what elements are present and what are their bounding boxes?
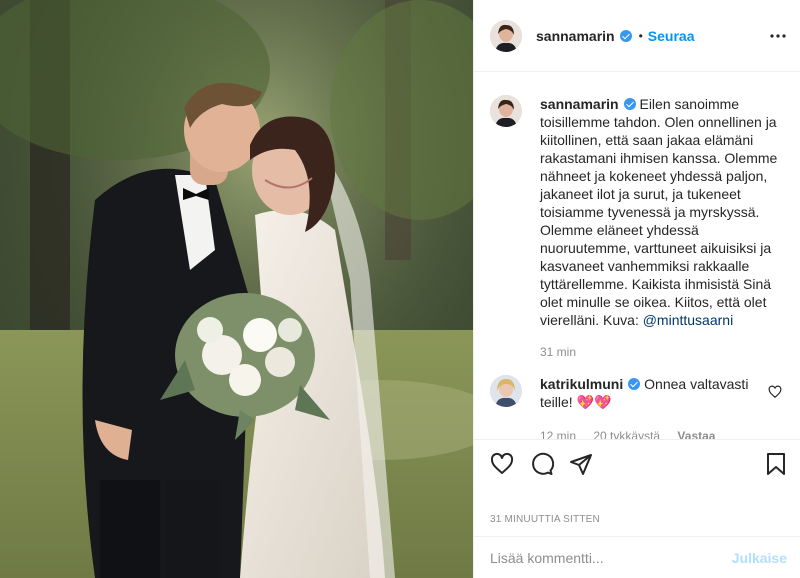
photographer-mention-link[interactable]: @minttusaarni [643, 312, 733, 328]
caption-time[interactable]: 31 min [540, 345, 576, 359]
author-avatar[interactable] [490, 19, 522, 52]
profile-avatar-icon [490, 95, 522, 127]
caption-author-avatar[interactable] [490, 95, 522, 127]
comment-item: katrikulmuni Onnea valtavasti teille! 💖💖… [490, 375, 790, 439]
follow-button[interactable]: Seuraa [648, 28, 695, 44]
add-comment-section: Julkaise [474, 536, 800, 578]
wedding-photo-illustration [0, 0, 473, 578]
share-paper-plane-icon[interactable] [569, 452, 593, 476]
like-comment-heart-icon[interactable] [768, 385, 782, 399]
ellipsis-icon [770, 34, 786, 38]
comment-body: katrikulmuni Onnea valtavasti teille! 💖💖… [540, 375, 760, 439]
separator-dot: • [638, 28, 643, 43]
post-actions-bar [474, 439, 800, 495]
commenter-avatar[interactable] [490, 375, 522, 407]
comment-time[interactable]: 12 min [540, 429, 576, 439]
comment-bubble-icon[interactable] [530, 452, 554, 476]
save-bookmark-icon[interactable] [764, 452, 788, 476]
caption-meta: 31 min [540, 343, 778, 361]
comment-likes-count[interactable]: 20 tykkäystä [593, 429, 660, 439]
sparkling-heart-emoji: 💖💖 [576, 394, 612, 410]
profile-avatar-icon [490, 375, 522, 407]
post-timestamp[interactable]: 31 minuuttia sitten [490, 514, 600, 525]
post-comment-button[interactable]: Julkaise [732, 550, 787, 566]
commenter-username[interactable]: katrikulmuni [540, 376, 623, 392]
post-photo[interactable] [0, 0, 473, 578]
verified-badge-icon [619, 29, 632, 42]
comment-meta: 12 min 20 tykkäystä Vastaa [540, 427, 760, 439]
verified-badge-icon [623, 98, 636, 110]
more-options-icon[interactable] [769, 27, 787, 45]
verified-badge-icon [628, 378, 641, 390]
caption: sannamarin Eilen sanoimme toisillemme ta… [490, 95, 790, 361]
caption-username[interactable]: sannamarin [540, 96, 619, 112]
profile-avatar-icon [490, 19, 522, 52]
comments-list[interactable]: sannamarin Eilen sanoimme toisillemme ta… [474, 73, 800, 439]
reply-button[interactable]: Vastaa [677, 429, 715, 439]
post-side-panel: sannamarin • Seuraa sannamarin Eilen san… [473, 0, 800, 578]
post-header: sannamarin • Seuraa [474, 0, 800, 72]
comment-input[interactable] [490, 549, 720, 566]
like-heart-icon[interactable] [490, 452, 514, 476]
author-username[interactable]: sannamarin [536, 28, 615, 44]
caption-text: Eilen sanoimme toisillemme tahdon. Olen … [540, 96, 778, 328]
caption-body: sannamarin Eilen sanoimme toisillemme ta… [540, 95, 778, 361]
